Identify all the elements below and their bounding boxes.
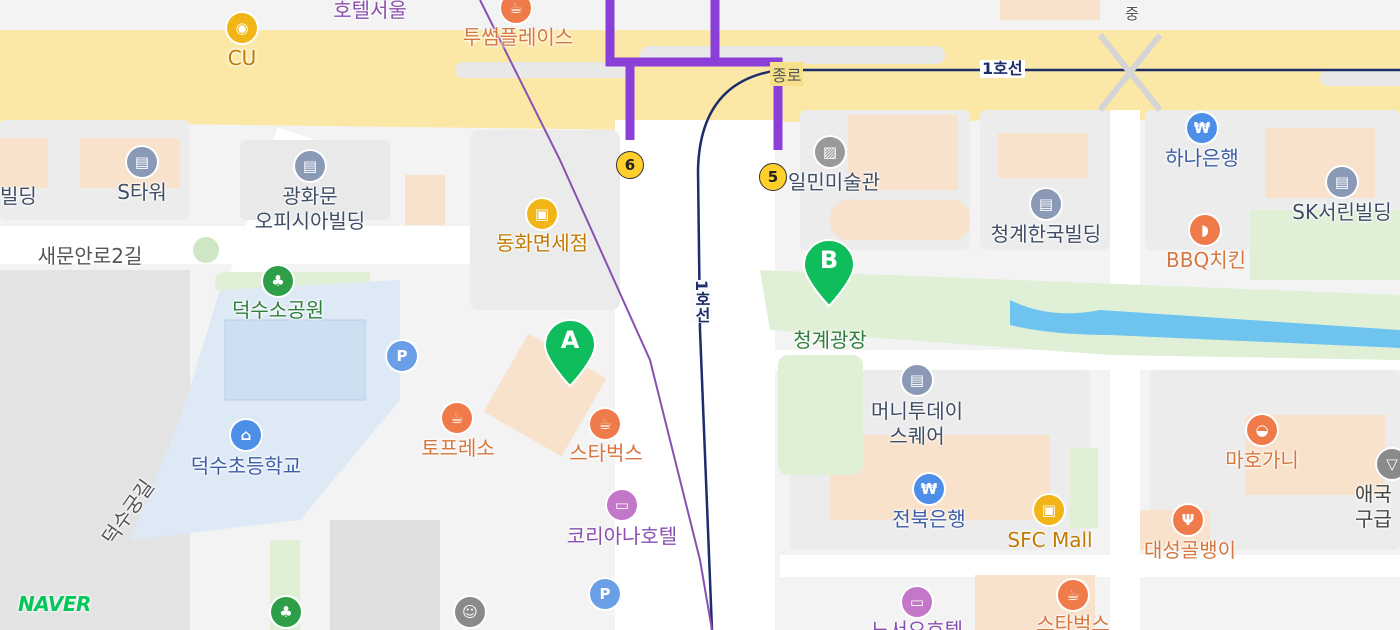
- cafe-icon[interactable]: ☕: [442, 403, 472, 433]
- store-icon[interactable]: ◉: [227, 13, 257, 43]
- station-label-jongno[interactable]: 종로: [770, 62, 804, 86]
- road-label-jung: 중: [1125, 5, 1139, 23]
- poi-label-daeseong-golbaengi[interactable]: 대성골뱅이: [1144, 538, 1236, 562]
- restaurant-icon[interactable]: Ψ: [1173, 505, 1203, 535]
- building-icon[interactable]: ▤: [1327, 167, 1357, 197]
- map-marker-a[interactable]: A: [543, 318, 597, 388]
- poi-label-mahogany[interactable]: 마호가니: [1225, 448, 1299, 472]
- line-label-vertical: 1호선: [690, 280, 712, 324]
- poi-label-building[interactable]: 빌딩: [0, 184, 37, 208]
- school-icon[interactable]: ⌂: [231, 420, 261, 450]
- cafe-icon[interactable]: ☕: [1058, 580, 1088, 610]
- poi-label-starbucks[interactable]: 스타벅스: [569, 441, 643, 465]
- map-canvas[interactable]: 종로 1호선 1호선 6 5 ◉ ☕ ▤ ▤ ▣ ▨ ₩ ▤ ▤ ◗ ♣ P ☕…: [0, 0, 1400, 630]
- chicken-icon[interactable]: ◗: [1190, 215, 1220, 245]
- poi-label-bbq[interactable]: BBQ치킨: [1166, 248, 1246, 272]
- line-label-horizontal: 1호선: [980, 59, 1025, 78]
- marker-a-label: A: [560, 326, 580, 354]
- subway-exit-5[interactable]: 5: [759, 163, 787, 191]
- landmark-icon[interactable]: ▽: [1377, 449, 1400, 479]
- park-tree-icon[interactable]: ♣: [263, 266, 293, 296]
- poi-label-koreana-hotel[interactable]: 코리아나호텔: [567, 524, 677, 548]
- poi-label-sk-seorin[interactable]: SK서린빌딩: [1292, 200, 1391, 224]
- poi-label-aegukga[interactable]: 애국 구급: [1355, 482, 1392, 532]
- poi-label-jeonbuk-bank[interactable]: 전북은행: [892, 507, 966, 531]
- poi-label-s-tower[interactable]: S타워: [117, 180, 167, 204]
- bank-icon[interactable]: ₩: [1187, 113, 1217, 143]
- cake-icon[interactable]: ◒: [1247, 415, 1277, 445]
- park-tree-icon[interactable]: ♣: [271, 597, 301, 627]
- building-icon[interactable]: ▤: [902, 365, 932, 395]
- poi-label-deoksuso-park[interactable]: 덕수소공원: [232, 298, 324, 322]
- poi-label-ilmin-museum[interactable]: 일민미술관: [788, 170, 880, 194]
- poi-label-money-today-square[interactable]: 머니투데이 스퀘어: [871, 399, 963, 449]
- building-icon[interactable]: ▤: [295, 151, 325, 181]
- poi-label-dongwha-dutyfree[interactable]: 동화면세점: [496, 231, 588, 255]
- theater-mask-icon[interactable]: ☺: [455, 597, 485, 627]
- naver-logo: NAVER: [18, 592, 91, 616]
- poi-label-hotel-seoul[interactable]: 호텔서울: [333, 0, 407, 22]
- parking-icon[interactable]: P: [387, 341, 417, 371]
- poi-label-starbucks-2[interactable]: 스타벅스: [1036, 612, 1110, 630]
- poi-label-toprese[interactable]: 토프레소: [421, 436, 495, 460]
- bank-icon[interactable]: ₩: [914, 474, 944, 504]
- poi-label-twosome[interactable]: 투썸플레이스: [463, 25, 573, 49]
- marker-b-label: B: [819, 246, 839, 274]
- poi-label-sfc-mall[interactable]: SFC Mall: [1007, 528, 1092, 552]
- shopping-bag-icon[interactable]: ▣: [527, 199, 557, 229]
- poi-label-hana-bank[interactable]: 하나은행: [1165, 146, 1239, 170]
- poi-label-cheonggye-hanguk[interactable]: 청계한국빌딩: [991, 222, 1101, 246]
- subway-exit-6[interactable]: 6: [616, 151, 644, 179]
- poi-label-hotel-bottom[interactable]: 노서오호텔: [871, 618, 963, 630]
- poi-label-gwanghwamun-officia[interactable]: 광화문 오피시아빌딩: [255, 184, 365, 234]
- building-icon[interactable]: ▤: [1031, 189, 1061, 219]
- museum-icon[interactable]: ▨: [815, 137, 845, 167]
- hotel-bed-icon[interactable]: ▭: [607, 490, 637, 520]
- shopping-bag-icon[interactable]: ▣: [1034, 495, 1064, 525]
- hotel-bed-icon[interactable]: ▭: [902, 587, 932, 617]
- cafe-icon[interactable]: ☕: [590, 409, 620, 439]
- map-marker-b[interactable]: B: [802, 238, 856, 308]
- parking-icon[interactable]: P: [590, 579, 620, 609]
- road-label-saemunan-2gil: 새문안로2길: [37, 244, 143, 268]
- poi-label-cheonggye-plaza[interactable]: 청계광장: [793, 328, 867, 352]
- poi-label-cu[interactable]: CU: [228, 46, 257, 70]
- building-icon[interactable]: ▤: [127, 147, 157, 177]
- poi-label-deoksu-elementary[interactable]: 덕수초등학교: [191, 454, 301, 478]
